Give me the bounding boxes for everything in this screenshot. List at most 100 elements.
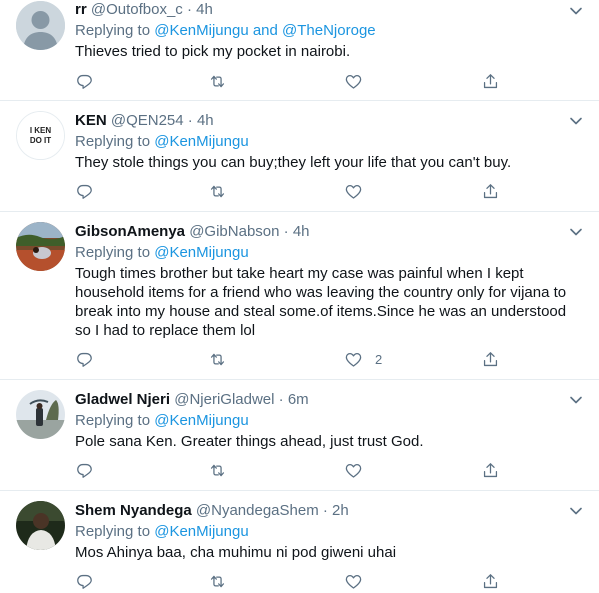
author-name[interactable]: Gladwel Njeri <box>75 391 170 408</box>
author-name[interactable]: rr <box>75 1 87 18</box>
share-icon <box>483 183 498 198</box>
default-avatar-icon <box>16 1 65 50</box>
share-button[interactable] <box>481 181 500 201</box>
tweet[interactable]: Shem Nyandega @NyandegaShem · 2h Replyin… <box>0 491 599 589</box>
replying-prefix: Replying to <box>75 244 151 261</box>
avatar[interactable] <box>16 1 65 50</box>
retweet-button[interactable] <box>208 349 227 369</box>
svg-text:DO IT: DO IT <box>30 136 51 145</box>
replying-prefix: Replying to <box>75 523 151 540</box>
avatar-logo-icon: I KEN DO IT <box>17 112 64 159</box>
share-icon <box>483 351 498 366</box>
like-button[interactable] <box>344 181 375 201</box>
photo-avatar-icon <box>16 390 65 439</box>
like-icon <box>345 574 362 589</box>
share-button[interactable] <box>481 71 500 91</box>
reply-button[interactable] <box>75 181 94 201</box>
timestamp[interactable]: 6m <box>288 391 309 408</box>
replying-to: Replying to @KenMijungu <box>75 243 585 263</box>
like-count: 2 <box>375 351 383 367</box>
author-handle[interactable]: @NyandegaShem <box>196 502 319 519</box>
avatar[interactable] <box>16 390 65 439</box>
share-button[interactable] <box>481 349 500 369</box>
like-button[interactable] <box>344 460 375 480</box>
retweet-icon <box>210 353 225 365</box>
tweet[interactable]: rr @Outofbox_c · 4h Replying to @KenMiju… <box>0 0 599 101</box>
retweet-button[interactable] <box>208 571 227 591</box>
share-button[interactable] <box>481 571 500 591</box>
reply-icon <box>77 74 92 89</box>
avatar[interactable] <box>16 222 65 271</box>
reply-button[interactable] <box>75 71 94 91</box>
mention-link[interactable]: @KenMijungu <box>154 523 248 540</box>
tweet[interactable]: I KEN DO IT KEN @QEN254 · 4h Replying to… <box>0 101 599 212</box>
timestamp[interactable]: 4h <box>196 1 213 18</box>
mention-link[interactable]: @KenMijungu <box>154 133 248 150</box>
replying-prefix: Replying to <box>75 22 151 39</box>
like-icon <box>345 352 362 367</box>
author-handle[interactable]: @QEN254 <box>111 112 184 129</box>
like-button[interactable] <box>344 71 375 91</box>
author-name[interactable]: GibsonAmenya <box>75 223 185 240</box>
reply-button[interactable] <box>75 460 94 480</box>
author-name[interactable]: Shem Nyandega <box>75 502 192 519</box>
reply-icon <box>77 184 92 199</box>
chevron-down-icon[interactable] <box>568 113 584 129</box>
like-button[interactable]: 2 <box>344 349 382 369</box>
share-icon <box>483 573 498 588</box>
chevron-down-icon[interactable] <box>568 224 584 240</box>
reply-icon <box>77 463 92 478</box>
replying-to: Replying to @KenMijungu and @TheNjoroge <box>75 21 585 41</box>
retweet-icon <box>210 464 225 476</box>
reply-icon <box>77 574 92 589</box>
replying-prefix: Replying to <box>75 412 151 429</box>
avatar[interactable]: I KEN DO IT <box>16 111 65 160</box>
separator-dot: · <box>187 112 193 129</box>
retweet-icon <box>210 75 225 87</box>
separator-dot: · <box>186 1 192 18</box>
retweet-button[interactable] <box>208 71 227 91</box>
author-handle[interactable]: @Outofbox_c <box>91 1 183 18</box>
chevron-down-icon[interactable] <box>568 503 584 519</box>
tweet-text: Thieves tried to pick my pocket in nairo… <box>75 43 351 60</box>
tweet-text: Tough times brother but take heart my ca… <box>75 265 567 339</box>
timestamp[interactable]: 4h <box>197 112 214 129</box>
retweet-icon <box>210 185 225 197</box>
reply-button[interactable] <box>75 571 94 591</box>
retweet-icon <box>210 575 225 587</box>
tweet[interactable]: GibsonAmenya @GibNabson · 4h Replying to… <box>0 212 599 380</box>
tweet-text: They stole things you can buy;they left … <box>75 154 512 171</box>
timestamp[interactable]: 4h <box>293 223 310 240</box>
share-button[interactable] <box>481 460 500 480</box>
separator-dot: · <box>322 502 328 519</box>
reply-button[interactable] <box>75 349 94 369</box>
author-name[interactable]: KEN <box>75 112 107 129</box>
avatar[interactable] <box>16 501 65 550</box>
retweet-button[interactable] <box>208 181 227 201</box>
author-handle[interactable]: @NjeriGladwel <box>174 391 274 408</box>
chevron-down-icon[interactable] <box>568 3 584 19</box>
author-handle[interactable]: @GibNabson <box>189 223 279 240</box>
separator-dot: · <box>278 391 284 408</box>
tweet-text: Pole sana Ken. Greater things ahead, jus… <box>75 433 424 450</box>
mention-link[interactable]: @KenMijungu <box>154 412 248 429</box>
replying-to: Replying to @KenMijungu <box>75 522 585 542</box>
share-icon <box>483 462 498 477</box>
replying-prefix: Replying to <box>75 133 151 150</box>
like-icon <box>345 74 362 89</box>
mention-link[interactable]: @KenMijungu <box>154 244 248 261</box>
retweet-button[interactable] <box>208 460 227 480</box>
like-icon <box>345 463 362 478</box>
tweet[interactable]: Gladwel Njeri @NjeriGladwel · 6m Replyin… <box>0 380 599 491</box>
mention-link[interactable]: @KenMijungu and @TheNjoroge <box>154 22 375 39</box>
svg-text:I KEN: I KEN <box>30 126 52 135</box>
replying-to: Replying to @KenMijungu <box>75 411 585 431</box>
timestamp[interactable]: 2h <box>332 502 349 519</box>
replying-to: Replying to @KenMijungu <box>75 132 585 152</box>
tweet-text: Mos Ahinya baa, cha muhimu ni pod giweni… <box>75 544 397 561</box>
photo-avatar-icon <box>16 501 65 550</box>
share-icon <box>483 73 498 88</box>
chevron-down-icon[interactable] <box>568 392 584 408</box>
photo-avatar-icon <box>16 222 65 271</box>
like-button[interactable] <box>344 571 375 591</box>
